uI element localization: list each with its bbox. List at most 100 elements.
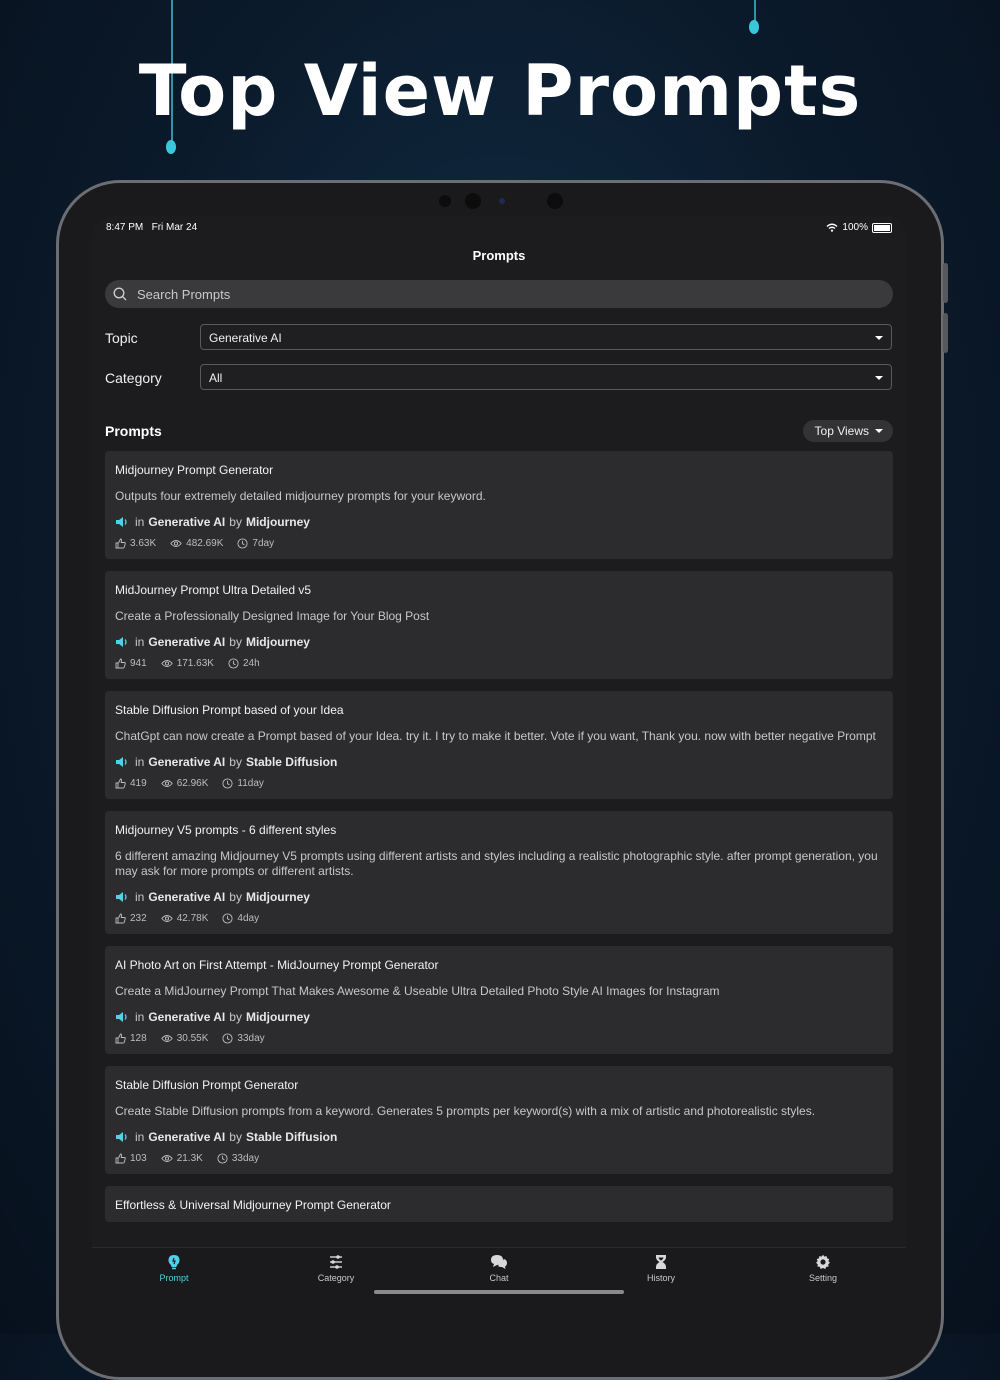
category-row: Category All [105,364,893,392]
tab-prompt[interactable]: Prompt [124,1254,224,1283]
chat-icon [491,1255,507,1269]
prompt-meta: in Generative AI by Midjourney [115,635,883,649]
search-bar[interactable] [105,280,893,308]
prompt-meta: in Generative AI by Midjourney [115,890,883,904]
prompt-card[interactable]: MidJourney Prompt Ultra Detailed v5 Creat… [105,571,893,679]
speaker-icon [116,517,127,527]
tab-setting[interactable]: Setting [773,1254,873,1283]
app-screen: 8:47 PM Fri Mar 24 100% Prompts Topic Ge… [92,216,906,1302]
age-stat: 33day [222,1033,265,1044]
bg-dot-left [166,140,176,154]
category-select[interactable]: All [200,364,892,390]
prompt-meta: in Generative AI by Midjourney [115,515,883,529]
tab-history[interactable]: History [611,1254,711,1283]
likes-stat: 232 [115,913,147,924]
prompt-topic: Generative AI [148,1130,226,1144]
camera-bar [59,193,941,213]
tab-bar: Prompt Category Chat History Setting [92,1247,906,1302]
search-icon [113,287,127,301]
by-label: by [229,635,242,649]
views-stat: 42.78K [160,913,209,924]
age-value: 7day [252,538,275,549]
battery-icon [872,222,892,233]
likes-count: 103 [130,1153,147,1164]
tab-label: History [646,1273,675,1283]
eye-icon [160,1155,173,1162]
likes-stat: 128 [115,1033,147,1044]
by-label: by [229,755,242,769]
prompt-card[interactable]: Stable Diffusion Prompt Generator Create … [105,1066,893,1174]
age-value: 33day [237,1033,265,1044]
prompt-card[interactable]: Midjourney Prompt Generator Outputs four … [105,451,893,559]
prompt-title: Stable Diffusion Prompt Generator [115,1078,299,1092]
camera-dot [547,193,563,209]
volume-button [943,263,948,303]
prompt-author: Stable Diffusion [245,1130,338,1144]
search-input[interactable] [135,285,839,303]
topic-row: Topic Generative AI [105,324,893,352]
likes-count: 941 [130,658,147,669]
clock-icon [217,1153,228,1164]
caret-down-icon [875,336,883,340]
camera-dot [439,195,451,207]
likes-count: 232 [130,913,147,924]
tab-category[interactable]: Category [286,1254,386,1283]
status-right: 100% [826,222,892,233]
status-bar: 8:47 PM Fri Mar 24 100% [106,222,892,238]
prompt-topic: Generative AI [148,635,226,649]
prompt-stats: 3.63K 482.69K 7day [115,538,883,549]
headline: Top View Prompts [138,50,862,132]
prompt-card[interactable]: Effortless & Universal Midjourney Prompt… [105,1186,893,1222]
tab-label: Category [317,1273,355,1283]
thumbs-up-icon [115,1033,126,1044]
clock-icon [222,913,233,924]
age-value: 24h [242,658,260,669]
likes-count: 3.63K [130,538,157,549]
category-label: Category [105,370,162,386]
prompt-stats: 128 30.55K 33day [115,1033,883,1044]
by-label: by [229,1010,242,1024]
prompt-card[interactable]: Midjourney V5 prompts - 6 different styl… [105,811,893,934]
views-count: 42.78K [176,913,209,924]
prompt-topic: Generative AI [148,1010,226,1024]
thumbs-up-icon [115,1153,126,1164]
clock-icon [222,1033,233,1044]
thumbs-up-icon [115,658,126,669]
prompt-card[interactable]: AI Photo Art on First Attempt - MidJourn… [105,946,893,1054]
prompt-author: Midjourney [245,890,310,904]
speaker-icon [116,892,127,902]
prompt-card[interactable]: Stable Diffusion Prompt based of your Id… [105,691,893,799]
battery-percent: 100% [842,222,868,233]
views-count: 21.3K [176,1153,203,1164]
topic-value: Generative AI [209,331,282,345]
in-label: in [135,635,145,649]
caret-down-icon [875,376,883,380]
age-stat: 4day [222,913,259,924]
thumbs-up-icon [115,778,126,789]
prompt-meta: in Generative AI by Midjourney [115,1010,883,1024]
age-stat: 11day [222,778,264,789]
eye-icon [160,915,173,922]
views-stat: 30.55K [160,1033,208,1044]
prompt-title: Effortless & Universal Midjourney Prompt… [115,1198,391,1212]
in-label: in [135,515,145,529]
gear-icon [816,1254,830,1269]
likes-stat: 103 [115,1153,147,1164]
prompt-description: Outputs four extremely detailed midjourn… [115,489,486,503]
topic-select[interactable]: Generative AI [200,324,892,350]
tab-chat[interactable]: Chat [449,1254,549,1283]
tab-label: Prompt [159,1273,189,1283]
by-label: by [229,1130,242,1144]
prompt-title: AI Photo Art on First Attempt - MidJourn… [115,958,439,972]
prompt-title: Midjourney V5 prompts - 6 different styl… [115,823,337,837]
status-date: Fri Mar 24 [151,222,198,233]
likes-count: 419 [130,778,147,789]
views-count: 482.69K [186,538,224,549]
tab-label: Setting [808,1273,838,1283]
by-label: by [229,890,242,904]
prompt-author: Stable Diffusion [245,755,338,769]
page-title: Prompts [472,248,526,263]
sort-button[interactable]: Top Views [802,420,893,442]
prompt-author: Midjourney [245,1010,310,1024]
eye-icon [160,780,173,787]
